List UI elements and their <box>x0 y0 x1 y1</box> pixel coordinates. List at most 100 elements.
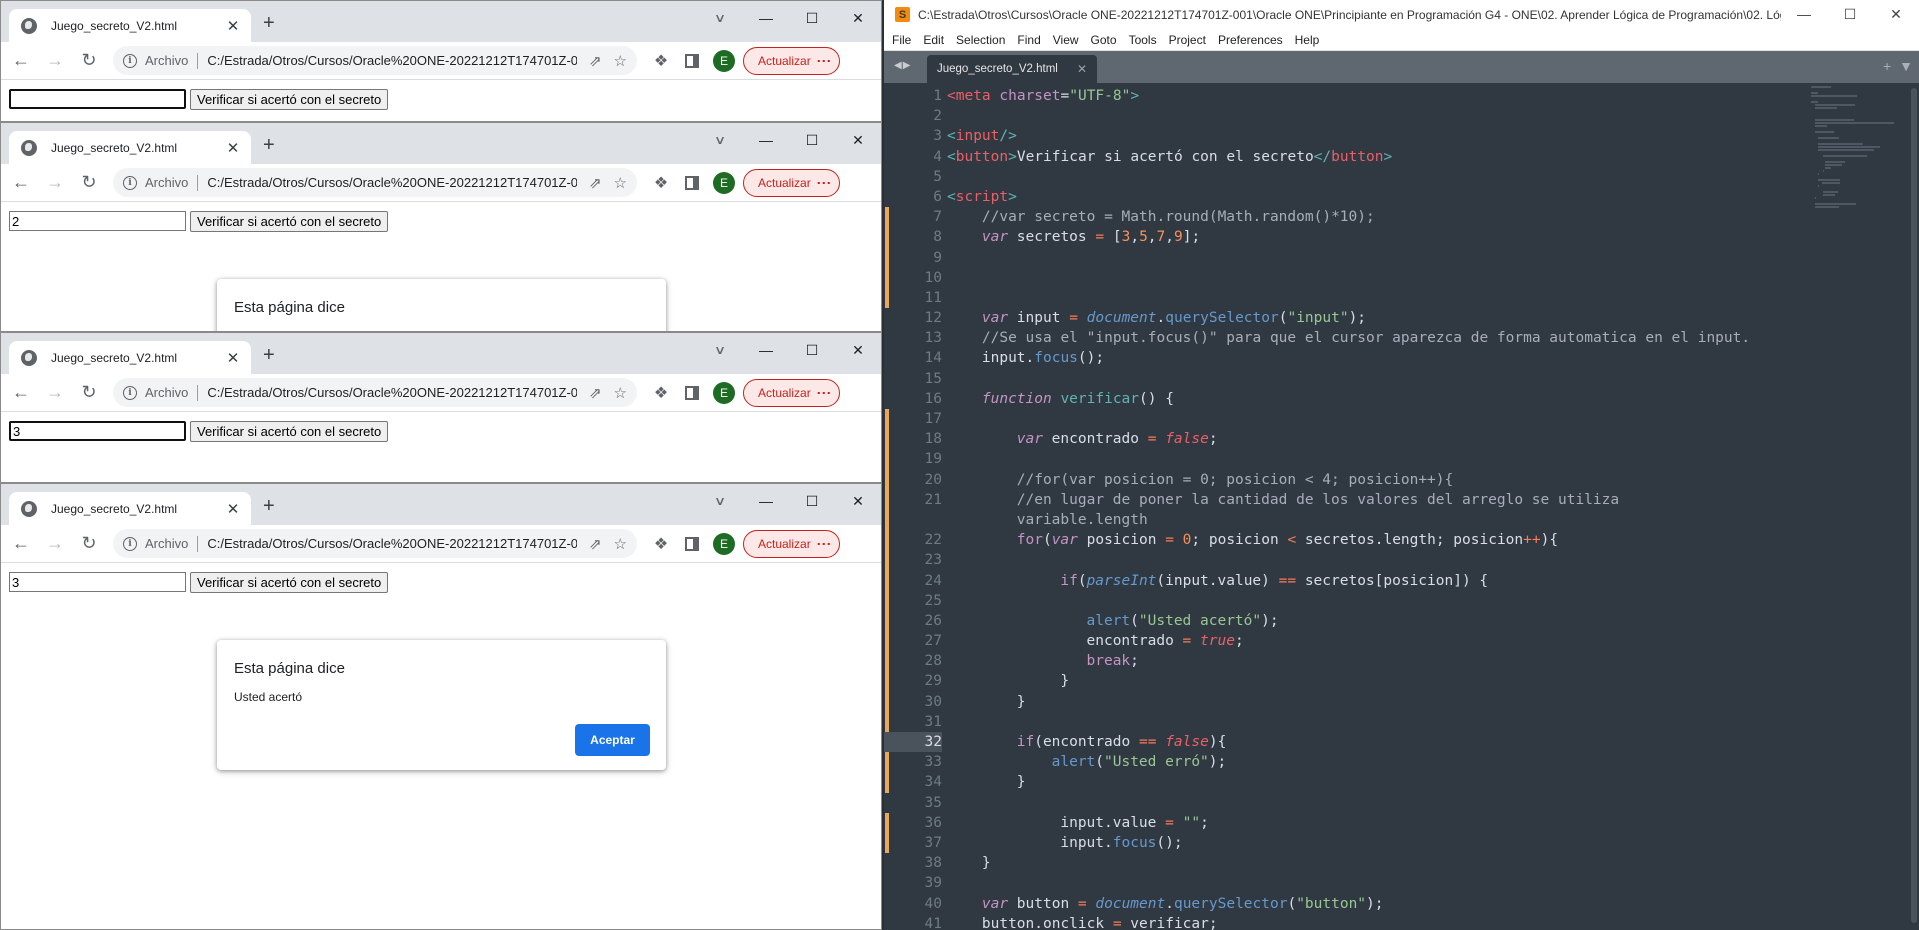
url-text[interactable]: C:/Estrada/Otros/Cursos/Oracle%20ONE-202… <box>207 385 577 400</box>
code-line[interactable]: 12 var input = document.querySelector("in… <box>884 308 1919 328</box>
share-icon[interactable]: ⇗ <box>589 52 602 70</box>
code-line[interactable]: 18 var encontrado = false; <box>884 429 1919 450</box>
url-text[interactable]: C:/Estrada/Otros/Cursos/Oracle%20ONE-202… <box>207 536 577 551</box>
bookmark-star-icon[interactable]: ☆ <box>614 535 627 553</box>
close-icon[interactable]: ✕ <box>835 488 881 514</box>
more-menu-icon[interactable]: ⋮ <box>817 537 833 550</box>
menu-edit[interactable]: Edit <box>923 33 944 47</box>
menu-file[interactable]: File <box>892 33 911 47</box>
extensions-puzzle-icon[interactable]: ❖ <box>653 173 669 193</box>
site-info-icon[interactable]: i <box>123 385 137 400</box>
address-bar[interactable]: i Archivo C:/Estrada/Otros/Cursos/Oracle… <box>113 529 637 558</box>
update-button[interactable]: Actualizar ⋮ <box>743 529 840 558</box>
minimize-icon[interactable]: — <box>1781 6 1827 23</box>
verify-button[interactable]: Verificar si acertó con el secreto <box>190 89 389 110</box>
forward-arrow-icon[interactable]: → <box>41 530 69 558</box>
bookmark-star-icon[interactable]: ☆ <box>614 174 627 192</box>
code-line[interactable]: 29} <box>884 671 1919 692</box>
code-line[interactable]: 3 <input/> <box>884 126 1919 146</box>
code-line[interactable]: 26 alert("Usted acertó"); <box>884 610 1919 632</box>
extensions-puzzle-icon[interactable]: ❖ <box>653 534 669 554</box>
more-menu-icon[interactable]: ⋮ <box>817 54 833 67</box>
code-line[interactable]: 41 button.onclick = verificar; <box>884 914 1919 930</box>
share-icon[interactable]: ⇗ <box>589 384 602 402</box>
editor-tab-juego-secreto[interactable]: Juego_secreto_V2.html ✕ <box>927 55 1097 83</box>
forward-arrow-icon[interactable]: → <box>41 169 69 197</box>
reload-icon[interactable]: ↻ <box>75 47 103 75</box>
code-line[interactable]: 27 encontrado = true; <box>884 631 1919 652</box>
code-line[interactable]: 40 var button = document.querySelector("b… <box>884 894 1919 914</box>
close-tab-icon[interactable]: ✕ <box>225 500 241 518</box>
close-tab-icon[interactable]: ✕ <box>225 139 241 157</box>
code-line[interactable]: 22 for(var posicion = 0; posicion < secre… <box>884 530 1919 551</box>
reload-icon[interactable]: ↻ <box>75 530 103 558</box>
menu-view[interactable]: View <box>1053 33 1079 47</box>
close-icon[interactable]: ✕ <box>1873 6 1919 23</box>
tab-search-chevron-icon[interactable]: ∨ <box>688 488 752 514</box>
code-line[interactable]: 36 input.value = ""; <box>884 812 1919 833</box>
close-tab-icon[interactable]: ✕ <box>225 17 241 35</box>
code-line[interactable]: 17 <box>884 409 1919 430</box>
site-info-icon[interactable]: i <box>123 175 137 190</box>
close-tab-icon[interactable]: ✕ <box>225 349 241 367</box>
close-icon[interactable]: ✕ <box>835 337 881 363</box>
update-button[interactable]: Actualizar ⋮ <box>743 46 840 75</box>
side-panel-icon[interactable] <box>685 385 699 400</box>
bookmark-star-icon[interactable]: ☆ <box>614 52 627 70</box>
site-info-icon[interactable]: i <box>123 536 137 551</box>
verify-button[interactable]: Verificar si acertó con el secreto <box>190 572 389 593</box>
close-icon[interactable]: ✕ <box>835 5 881 31</box>
code-line[interactable]: 25 <box>884 590 1919 611</box>
code-line[interactable]: 38} <box>884 853 1919 873</box>
code-line[interactable]: 33 alert("Usted erró"); <box>884 752 1919 773</box>
browser-tab[interactable]: Juego_secreto_V2.html ✕ <box>9 131 251 164</box>
guess-input[interactable] <box>9 572 186 592</box>
maximize-icon[interactable]: ☐ <box>789 127 835 153</box>
code-line[interactable]: 32 if(encontrado == false){ <box>884 732 1919 753</box>
menu-selection[interactable]: Selection <box>956 33 1005 47</box>
menu-help[interactable]: Help <box>1295 33 1320 47</box>
new-tab-plus-icon[interactable]: + <box>263 345 275 365</box>
maximize-icon[interactable]: ☐ <box>789 488 835 514</box>
profile-avatar[interactable]: E <box>713 532 735 555</box>
new-tab-plus-icon[interactable]: + <box>263 13 275 33</box>
code-line[interactable]: 35 <box>884 793 1919 813</box>
minimap[interactable] <box>1811 86 1901 208</box>
accept-button[interactable]: Aceptar <box>575 724 650 756</box>
verify-button[interactable]: Verificar si acertó con el secreto <box>190 421 389 442</box>
maximize-icon[interactable]: ☐ <box>1827 6 1873 23</box>
menu-preferences[interactable]: Preferences <box>1218 33 1283 47</box>
address-bar[interactable]: i Archivo C:/Estrada/Otros/Cursos/Oracle… <box>113 168 637 197</box>
update-button[interactable]: Actualizar ⋮ <box>743 168 840 197</box>
back-arrow-icon[interactable]: ← <box>7 379 35 407</box>
code-line[interactable]: 28 break; <box>884 651 1919 672</box>
share-icon[interactable]: ⇗ <box>589 174 602 192</box>
side-panel-icon[interactable] <box>685 536 699 551</box>
code-line[interactable]: 15 <box>884 369 1919 389</box>
tab-search-chevron-icon[interactable]: ∨ <box>688 127 752 153</box>
code-line[interactable]: 16 function verificar() { <box>884 389 1919 409</box>
tab-search-chevron-icon[interactable]: ∨ <box>688 5 752 31</box>
profile-avatar[interactable]: E <box>713 171 735 194</box>
close-tab-icon[interactable]: ✕ <box>1077 62 1087 76</box>
code-line[interactable]: 6 <script> <box>884 187 1919 207</box>
update-button[interactable]: Actualizar ⋮ <box>743 378 840 407</box>
new-tab-plus-icon[interactable]: + <box>263 496 275 516</box>
profile-avatar[interactable]: E <box>713 381 735 404</box>
code-line[interactable]: 34} <box>884 772 1919 793</box>
new-tab-plus-icon[interactable]: + <box>263 135 275 155</box>
guess-input[interactable] <box>9 89 186 109</box>
browser-tab[interactable]: Juego_secreto_V2.html ✕ <box>9 9 251 42</box>
extensions-puzzle-icon[interactable]: ❖ <box>653 383 669 403</box>
code-line[interactable]: 19 <box>884 449 1919 470</box>
code-area[interactable]: 1 <meta charset="UTF-8"> 2 3 <input/> 4 <butto… <box>884 86 1919 930</box>
code-line[interactable]: 13 //Se usa el "input.focus()" para que e… <box>884 328 1919 348</box>
code-line[interactable]: 24 if(parseInt(input.value) == secretos[p… <box>884 570 1919 591</box>
tab-search-chevron-icon[interactable]: ∨ <box>688 337 752 363</box>
forward-arrow-icon[interactable]: → <box>41 47 69 75</box>
back-arrow-icon[interactable]: ← <box>7 47 35 75</box>
tab-nav-arrows-icon[interactable]: ◀▶ <box>894 60 911 71</box>
browser-tab[interactable]: Juego_secreto_V2.html ✕ <box>9 492 251 525</box>
maximize-icon[interactable]: ☐ <box>789 5 835 31</box>
address-bar[interactable]: i Archivo C:/Estrada/Otros/Cursos/Oracle… <box>113 46 637 75</box>
